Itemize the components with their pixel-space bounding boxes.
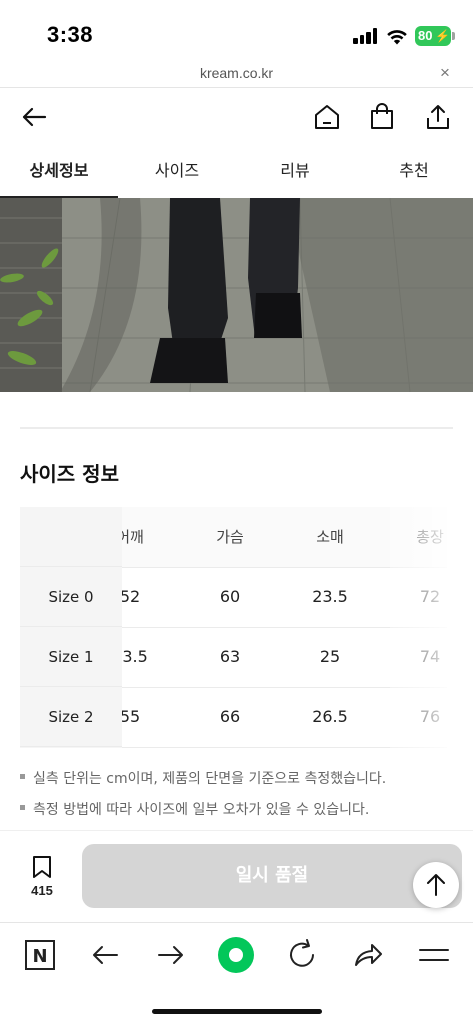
- size-info-title: 사이즈 정보: [20, 462, 119, 486]
- tab-size[interactable]: 사이즈: [118, 148, 236, 198]
- table-cell: 25: [319, 647, 341, 666]
- bookmark-count: 415: [31, 883, 53, 898]
- green-dot-icon[interactable]: [216, 935, 256, 975]
- size-row-label: Size 0: [20, 567, 122, 627]
- shopping-bag-icon[interactable]: [367, 102, 397, 132]
- bookmark-button[interactable]: 415: [20, 855, 64, 898]
- url-domain[interactable]: kream.co.kr: [0, 65, 473, 81]
- url-bar[interactable]: kream.co.kr ×: [0, 60, 473, 88]
- section-divider: [20, 427, 453, 429]
- app-header: [0, 88, 473, 148]
- menu-icon[interactable]: [414, 935, 454, 975]
- bullet: [20, 774, 25, 779]
- size-notes: 실측 단위는 cm이며, 제품의 단면을 기준으로 측정했습니다. 측정 방법에…: [20, 768, 386, 830]
- tab-recommend[interactable]: 추천: [355, 148, 473, 198]
- battery-level: 80: [418, 28, 433, 43]
- back-arrow-icon[interactable]: [85, 935, 125, 975]
- status-bar: 3:38 80 ⚡: [0, 0, 473, 60]
- tab-review[interactable]: 리뷰: [236, 148, 354, 198]
- charging-bolt-icon: ⚡: [435, 29, 450, 43]
- tab-bar: 상세정보 사이즈 리뷰 추천: [0, 148, 473, 198]
- soldout-button[interactable]: 일시 품절: [82, 844, 462, 908]
- arrow-left-icon[interactable]: [19, 102, 49, 132]
- note-item: 측정 방법에 따라 사이즈에 일부 오차가 있을 수 있습니다.: [20, 799, 386, 830]
- battery-tip: [452, 32, 455, 40]
- status-time: 3:38: [47, 22, 94, 47]
- table-cell: 23.5: [312, 587, 348, 606]
- cellular-signal-icon: [353, 28, 379, 44]
- naver-letter: N: [32, 946, 47, 967]
- size-table[interactable]: 어깨 가슴 소매 총장 52 60 23.5 72 53.5 63 25 74 …: [20, 507, 447, 748]
- size-row-label: Size 1: [20, 627, 122, 687]
- home-indicator: [152, 1009, 322, 1014]
- table-cell: 60: [219, 587, 241, 606]
- column-header: 소매: [316, 528, 344, 546]
- browser-toolbar: N: [0, 922, 473, 1024]
- size-label-header: [20, 507, 122, 567]
- bottom-action-bar: 415 일시 품절: [0, 830, 473, 922]
- share-icon[interactable]: [423, 102, 453, 132]
- product-photo: [0, 198, 473, 392]
- scroll-to-top-button[interactable]: [413, 862, 459, 908]
- bullet: [20, 805, 25, 810]
- naver-n-icon[interactable]: N: [20, 935, 60, 975]
- forward-arrow-icon[interactable]: [151, 935, 191, 975]
- note-text: 측정 방법에 따라 사이즈에 일부 오차가 있을 수 있습니다.: [33, 802, 370, 818]
- tab-detail[interactable]: 상세정보: [0, 148, 118, 198]
- scroll-fade: [390, 507, 447, 748]
- bookmark-icon[interactable]: [31, 855, 53, 879]
- column-header: 가슴: [216, 528, 244, 546]
- refresh-icon[interactable]: [282, 935, 322, 975]
- wifi-icon: [387, 30, 407, 45]
- share-arrow-icon[interactable]: [348, 935, 388, 975]
- table-cell: 66: [219, 707, 241, 726]
- size-row-label: Size 2: [20, 687, 122, 747]
- home-icon[interactable]: [312, 102, 342, 132]
- note-item: 실측 단위는 cm이며, 제품의 단면을 기준으로 측정했습니다.: [20, 768, 386, 799]
- arrow-up-icon[interactable]: [413, 862, 459, 908]
- battery-indicator: 80 ⚡: [415, 26, 451, 46]
- table-cell: 63: [219, 647, 241, 666]
- note-text: 실측 단위는 cm이며, 제품의 단면을 기준으로 측정했습니다.: [33, 771, 387, 787]
- table-cell: 26.5: [312, 707, 348, 726]
- product-photo-illustration: [0, 198, 473, 392]
- size-label-column: Size 0 Size 1 Size 2: [20, 507, 122, 748]
- close-icon[interactable]: ×: [440, 63, 450, 83]
